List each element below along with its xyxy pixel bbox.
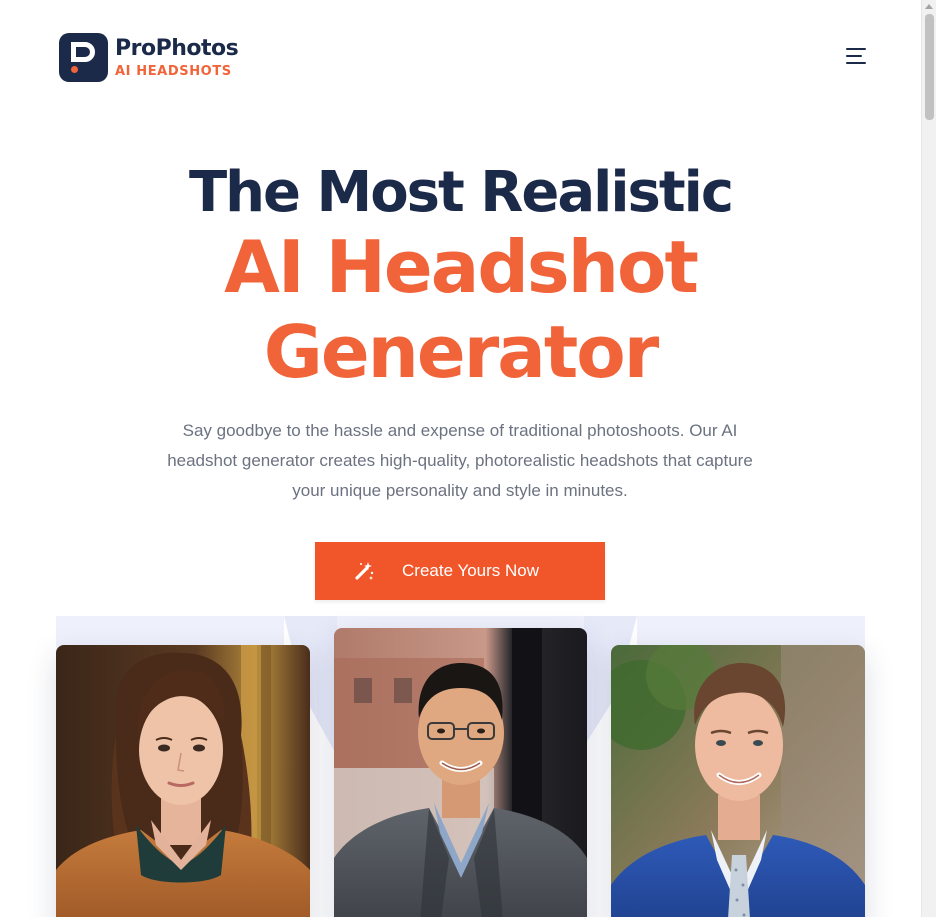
headshot-photo-2 xyxy=(334,628,587,917)
hero-title-line-2: AI Headshot xyxy=(224,225,699,309)
scrollbar-thumb[interactable] xyxy=(925,14,934,120)
logo[interactable]: ProPhotos AI HEADSHOTS xyxy=(59,33,239,82)
page-scrollbar[interactable] xyxy=(921,0,936,917)
hero-title-line-3: Generator xyxy=(263,310,660,394)
magic-wand-icon xyxy=(353,560,375,582)
logo-text: ProPhotos AI HEADSHOTS xyxy=(115,35,239,79)
brand-tagline: AI HEADSHOTS xyxy=(115,63,232,79)
create-yours-now-button[interactable]: Create Yours Now xyxy=(315,542,605,600)
hamburger-menu-icon[interactable] xyxy=(844,48,866,66)
logo-p-icon xyxy=(59,33,108,82)
cta-label: Create Yours Now xyxy=(402,561,540,580)
brand-name: ProPhotos xyxy=(115,35,239,61)
scroll-up-arrow-icon[interactable] xyxy=(925,4,933,9)
headshot-photo-1 xyxy=(56,645,310,917)
hero-title-line-1: The Most Realistic xyxy=(188,160,734,225)
headshot-photo-3 xyxy=(611,645,865,917)
page: ProPhotos AI HEADSHOTS The Most Realisti… xyxy=(0,0,921,917)
hero-subtitle: Say goodbye to the hassle and expense of… xyxy=(167,421,753,500)
